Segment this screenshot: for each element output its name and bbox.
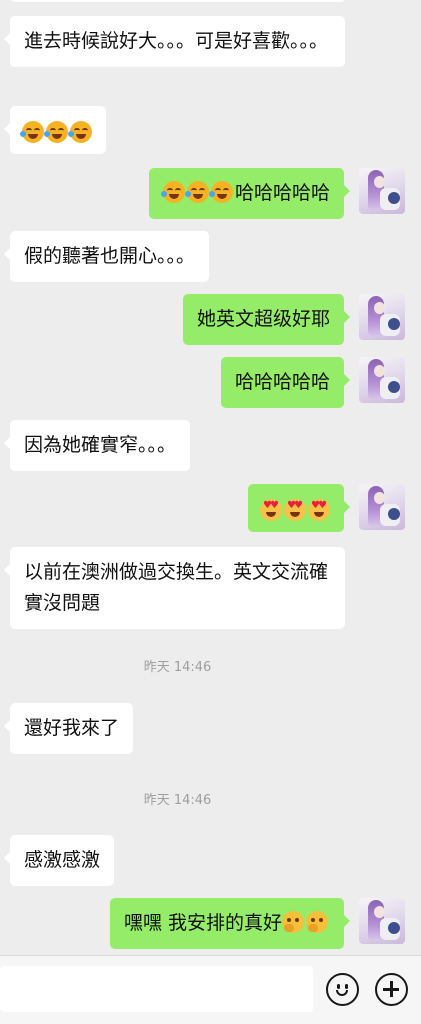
tears-of-joy-emoji-icon	[44, 121, 68, 143]
incoming-message-bubble[interactable]: 假的聽著也開心。。。	[3, 231, 210, 282]
incoming-message-bubble[interactable]: 感激感激	[3, 835, 115, 886]
timestamp: 昨天 14:46	[143, 660, 212, 675]
outgoing-message-bubble[interactable]	[248, 484, 350, 532]
avatar[interactable]	[359, 484, 405, 530]
hand-over-mouth-emoji-icon	[282, 911, 304, 933]
tears-of-joy-emoji-icon	[68, 121, 92, 143]
tears-of-joy-emoji-icon	[208, 181, 233, 203]
heart-eyes-emoji-icon	[284, 499, 306, 521]
incoming-message-bubble[interactable]: 還好我來了	[3, 703, 134, 754]
message-text: 嘿嘿 我安排的真好	[123, 912, 282, 934]
incoming-message-bubble[interactable]: 進去時候說好大。。。可是好喜歡。。。	[4, 16, 345, 67]
heart-eyes-emoji-icon	[260, 499, 282, 521]
timestamp: 昨天 14:46	[143, 793, 212, 808]
message-text: 還好我來了	[24, 717, 120, 739]
avatar[interactable]	[359, 898, 405, 944]
heart-eyes-emoji-icon	[308, 499, 330, 521]
message-text: 哈哈哈哈哈	[234, 371, 330, 393]
chat-history[interactable]: 進去時候說好大。。。可是好喜歡。。。 哈哈哈哈哈 假的聽著也開心。。。 她英文超…	[0, 0, 421, 955]
message-text: 感激感激	[24, 849, 101, 871]
avatar[interactable]	[359, 168, 405, 214]
message-text: 她英文超级好耶	[196, 308, 330, 330]
incoming-message-bubble[interactable]: 以前在澳洲做過交換生。英文交流確實沒問題	[4, 547, 345, 629]
avatar[interactable]	[359, 357, 405, 403]
message-input[interactable]	[0, 966, 313, 1012]
message-text: 假的聽著也開心。。。	[24, 245, 196, 267]
message-text: 以前在澳洲做過交換生。英文交流確實沒問題	[24, 561, 329, 614]
incoming-message-bubble[interactable]	[4, 106, 106, 154]
message-text: 哈哈哈哈哈	[234, 182, 330, 204]
incoming-message-bubble[interactable]: 因為她確實窄。。。	[3, 420, 191, 471]
hand-over-mouth-emoji-icon	[306, 911, 328, 933]
outgoing-message-bubble[interactable]: 哈哈哈哈哈	[220, 357, 351, 408]
tears-of-joy-emoji-icon	[160, 181, 185, 203]
outgoing-message-bubble[interactable]: 嘿嘿 我安排的真好	[109, 898, 351, 949]
emoji-button[interactable]	[326, 973, 359, 1006]
previous-message-bubble[interactable]	[10, 0, 346, 2]
message-text: 進去時候說好大。。。可是好喜歡。。。	[24, 30, 329, 52]
input-bar	[0, 955, 421, 1024]
outgoing-message-bubble[interactable]: 哈哈哈哈哈	[148, 168, 351, 219]
emoji-face-icon	[337, 984, 340, 989]
outgoing-message-bubble[interactable]: 她英文超级好耶	[182, 294, 351, 345]
plus-button[interactable]	[375, 973, 408, 1006]
tears-of-joy-emoji-icon	[184, 181, 209, 203]
message-text: 因為她確實窄。。。	[24, 434, 177, 456]
avatar[interactable]	[359, 294, 405, 340]
tears-of-joy-emoji-icon	[20, 121, 44, 143]
